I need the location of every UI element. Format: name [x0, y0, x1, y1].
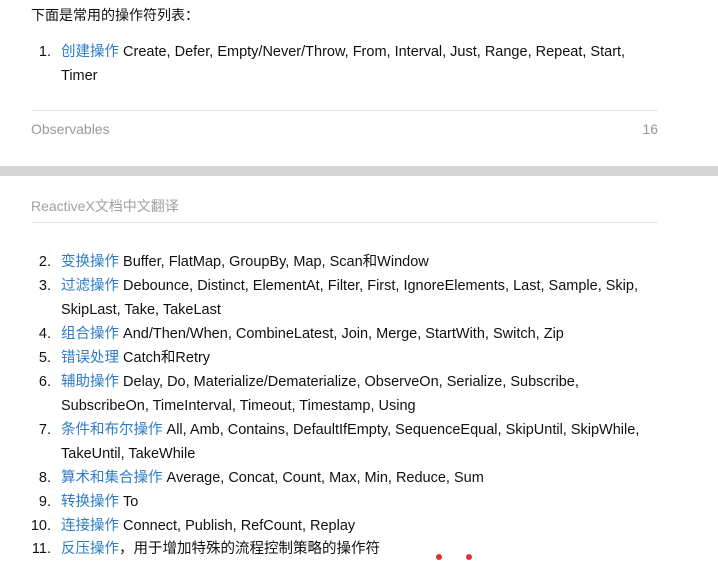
category-link[interactable]: 连接操作	[61, 518, 119, 534]
operator-list: And/Then/When, CombineLatest, Join, Merg…	[119, 326, 564, 342]
page-header: ReactiveX文档中文翻译	[31, 198, 179, 214]
item-number: 2.	[38, 254, 51, 270]
item-number: 5.	[38, 350, 51, 366]
item-body: 创建操作 Create, Defer, Empty/Never/Throw, F…	[61, 40, 661, 88]
item-number: 1.	[38, 44, 51, 60]
item-body: 错误处理 Catch和Retry	[61, 346, 661, 370]
page-gap	[0, 166, 718, 176]
item-number: 10.	[30, 518, 51, 534]
category-link[interactable]: 算术和集合操作	[61, 470, 163, 486]
item-number: 8.	[38, 470, 51, 486]
page-1: 下面是常用的操作符列表： 1. 创建操作 Create, Defer, Empt…	[0, 0, 718, 166]
operator-list: Debounce, Distinct, ElementAt, Filter, F…	[61, 278, 638, 318]
item-body: 组合操作 And/Then/When, CombineLatest, Join,…	[61, 322, 661, 346]
category-link[interactable]: 变换操作	[61, 254, 119, 270]
operator-list: To	[119, 494, 139, 510]
operator-list: Create, Defer, Empty/Never/Throw, From, …	[61, 44, 626, 84]
category-link[interactable]: 组合操作	[61, 326, 119, 342]
category-link[interactable]: 错误处理	[61, 350, 119, 366]
item-body: 连接操作 Connect, Publish, RefCount, Replay	[61, 514, 661, 538]
item-number: 6.	[38, 374, 51, 390]
item-number: 11.	[31, 541, 51, 557]
footer-title: Observables	[31, 121, 110, 137]
category-link[interactable]: 辅助操作	[61, 374, 119, 390]
operator-list: Average, Concat, Count, Max, Min, Reduce…	[162, 470, 484, 486]
operator-list: Delay, Do, Materialize/Dematerialize, Ob…	[61, 374, 579, 414]
category-link[interactable]: 创建操作	[61, 44, 119, 60]
item-body: 条件和布尔操作 All, Amb, Contains, DefaultIfEmp…	[61, 418, 661, 466]
annotation-marks	[436, 552, 516, 560]
item-number: 9.	[38, 494, 51, 510]
category-link[interactable]: 条件和布尔操作	[61, 422, 163, 438]
header-divider	[31, 222, 658, 223]
item-number: 4.	[38, 326, 51, 342]
operator-list: ，用于增加特殊的流程控制策略的操作符	[119, 541, 380, 557]
operator-list: Catch和Retry	[119, 350, 211, 366]
red-dot-icon	[466, 554, 472, 560]
category-link[interactable]: 转换操作	[61, 494, 119, 510]
category-link[interactable]: 反压操作	[61, 541, 119, 557]
item-number: 7.	[38, 422, 51, 438]
item-body: 算术和集合操作 Average, Concat, Count, Max, Min…	[61, 466, 661, 490]
item-body: 过滤操作 Debounce, Distinct, ElementAt, Filt…	[61, 274, 661, 322]
intro-text: 下面是常用的操作符列表：	[31, 7, 199, 23]
page-number: 16	[642, 121, 658, 137]
item-number: 3.	[38, 278, 51, 294]
operator-list: Connect, Publish, RefCount, Replay	[119, 518, 356, 534]
item-body: 变换操作 Buffer, FlatMap, GroupBy, Map, Scan…	[61, 250, 661, 274]
category-link[interactable]: 过滤操作	[61, 278, 119, 294]
footer-divider	[31, 110, 658, 111]
item-body: 辅助操作 Delay, Do, Materialize/Dematerializ…	[61, 370, 661, 418]
item-body: 反压操作，用于增加特殊的流程控制策略的操作符	[61, 537, 661, 561]
red-dot-icon	[436, 554, 442, 560]
item-body: 转换操作 To	[61, 490, 661, 514]
operator-list: Buffer, FlatMap, GroupBy, Map, Scan和Wind…	[119, 254, 429, 270]
